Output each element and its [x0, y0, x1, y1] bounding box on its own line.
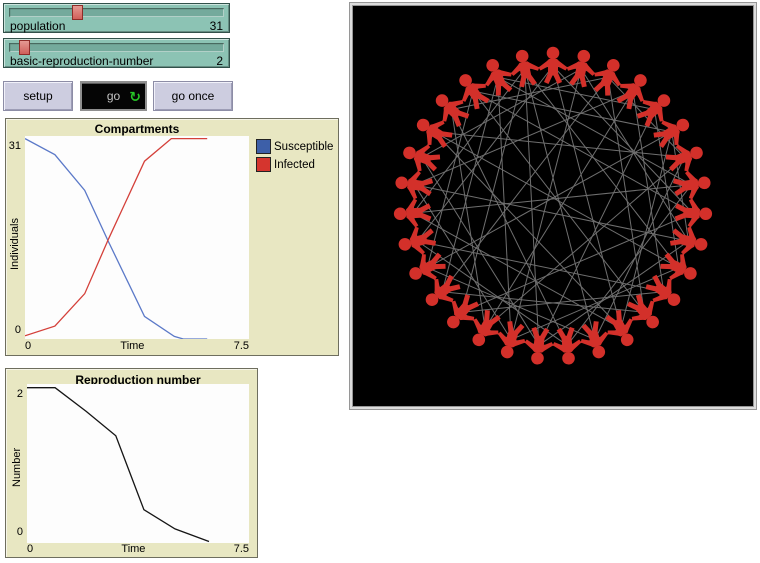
population-slider-handle[interactable] — [72, 5, 83, 20]
compartments-x-axis-label: Time — [120, 340, 144, 352]
compartments-x-tick-max: 7.5 — [234, 340, 249, 352]
setup-button[interactable]: setup — [3, 81, 73, 111]
reproduction-y-tick-min: 0 — [6, 526, 23, 538]
network-link — [498, 77, 692, 185]
reproduction-x-axis-label: Time — [121, 543, 145, 555]
person-node — [611, 67, 656, 114]
person-node — [507, 47, 543, 89]
basic-reproduction-number-slider-track[interactable] — [9, 43, 224, 52]
network-link — [525, 69, 595, 340]
compartments-plot-area — [25, 136, 249, 339]
reproduction-x-tick-max: 7.5 — [234, 543, 249, 555]
basic-reproduction-number-slider[interactable]: basic-reproduction-number 2 — [3, 38, 230, 68]
person-node — [399, 137, 444, 177]
netlogo-app: population 31 basic-reproduction-number … — [0, 0, 760, 563]
series-susceptible — [25, 139, 207, 339]
compartments-y-tick-max: 31 — [6, 140, 21, 152]
series-infected — [25, 139, 207, 336]
reproduction-chart-canvas — [27, 384, 249, 543]
person-node — [395, 223, 438, 260]
network-link — [553, 66, 693, 213]
person-node — [491, 318, 530, 362]
person-node — [393, 168, 434, 202]
go-button-label: go — [107, 89, 120, 103]
person-node — [674, 198, 713, 229]
go-once-button[interactable]: go once — [153, 81, 233, 111]
person-node — [404, 247, 450, 289]
legend-item-susceptible: Susceptible — [256, 139, 333, 154]
legend-swatch-infected — [256, 157, 271, 172]
reproduction-y-axis-label: Number — [11, 448, 23, 487]
compartments-y-tick-min: 0 — [6, 324, 21, 336]
legend-label-susceptible: Susceptible — [274, 141, 333, 153]
world-view-frame — [349, 2, 757, 410]
population-slider-value: 31 — [210, 19, 223, 33]
person-node — [463, 306, 506, 353]
compartments-legend: Susceptible Infected — [256, 139, 333, 175]
basic-reproduction-number-slider-value: 2 — [216, 54, 223, 68]
compartments-x-tick-min: 0 — [25, 340, 31, 352]
reproduction-plot-area — [27, 384, 249, 543]
compartments-plot: Compartments 31 0 Individuals 0 Time 7.5… — [5, 118, 339, 356]
reproduction-number-plot: Reproduction number 2 0 Number 0 Time 7.… — [5, 368, 258, 558]
go-button[interactable]: go ↻ — [80, 81, 147, 111]
legend-swatch-susceptible — [256, 139, 271, 154]
network-link — [485, 157, 684, 328]
reproduction-y-tick-max: 2 — [6, 388, 23, 400]
legend-label-infected: Infected — [274, 159, 315, 171]
world-view — [352, 5, 754, 407]
forever-refresh-icon: ↻ — [129, 90, 141, 104]
compartments-plot-title: Compartments — [25, 122, 249, 136]
legend-item-infected: Infected — [256, 157, 333, 172]
compartments-y-axis-label: Individuals — [9, 218, 21, 270]
population-slider[interactable]: population 31 — [3, 3, 230, 33]
person-node — [522, 326, 555, 366]
basic-reproduction-number-slider-handle[interactable] — [19, 40, 30, 55]
person-node — [576, 318, 615, 362]
reproduction-x-tick-min: 0 — [27, 543, 33, 555]
person-node — [656, 247, 702, 289]
network-canvas — [353, 6, 753, 406]
series-reproduction-number — [27, 388, 209, 542]
network-link — [608, 77, 644, 312]
network-link — [511, 69, 581, 340]
person-node — [551, 326, 584, 366]
population-slider-track[interactable] — [9, 8, 224, 17]
person-node — [410, 109, 457, 153]
person-node — [667, 223, 710, 260]
basic-reproduction-number-slider-label: basic-reproduction-number — [10, 54, 153, 68]
compartments-chart-canvas — [25, 136, 249, 339]
population-slider-label: population — [10, 19, 65, 33]
person-node — [450, 67, 495, 114]
